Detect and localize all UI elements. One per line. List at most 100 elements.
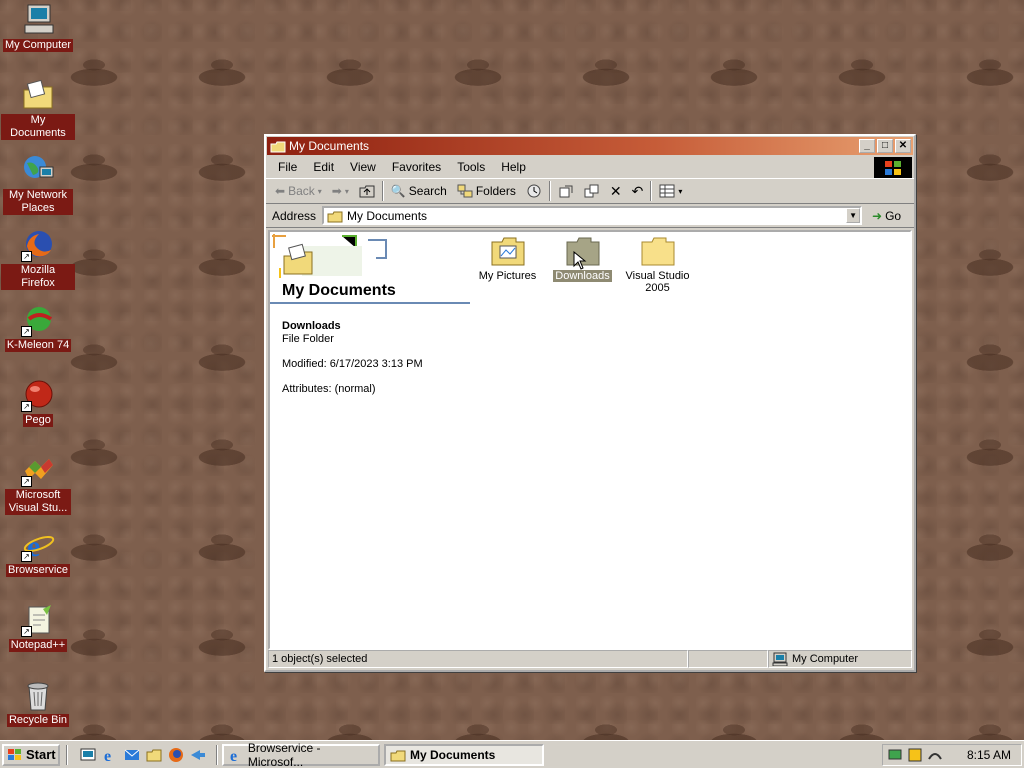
status-zone: My Computer xyxy=(768,650,912,668)
views-button[interactable]: ▾ xyxy=(656,184,685,198)
pane-banner-folder-icon xyxy=(272,234,387,278)
address-value: My Documents xyxy=(347,208,428,223)
desktop-icon-label: Mozilla Firefox xyxy=(1,264,75,290)
file-item-my-pictures[interactable]: My Pictures xyxy=(470,232,545,294)
status-zone-label: My Computer xyxy=(792,653,859,665)
address-field[interactable]: My Documents ▼ xyxy=(322,206,863,225)
desktop-icon-notepad-plus-plus[interactable]: ↗ Notepad++ xyxy=(1,603,75,652)
desktop-icon-label: Microsoft Visual Stu... xyxy=(5,489,71,515)
outlook-express-icon[interactable] xyxy=(124,747,140,763)
recycle-bin-icon xyxy=(21,678,55,712)
toolbar: ⬅ Back ▾ ➡ ▾ 🔍 Search Folders ✕ ↶ ▾ xyxy=(266,178,914,204)
mouse-cursor-icon xyxy=(573,251,587,270)
status-selection: 1 object(s) selected xyxy=(268,650,688,668)
history-button[interactable] xyxy=(523,183,545,199)
up-folder-button[interactable] xyxy=(356,184,378,198)
views-dropdown-icon: ▾ xyxy=(678,186,683,196)
selected-item-modified: Modified: 6/17/2023 3:13 PM xyxy=(282,358,423,370)
file-label: Downloads xyxy=(553,270,612,282)
k-meleon-icon: ↗ xyxy=(21,303,55,337)
history-icon xyxy=(527,184,541,198)
status-blank xyxy=(688,650,768,668)
menu-tools[interactable]: Tools xyxy=(449,160,493,174)
folder-icon xyxy=(641,237,674,266)
firefox-quicklaunch-icon[interactable] xyxy=(168,747,184,763)
windows-flag-icon xyxy=(8,748,21,760)
desktop-icon-visual-studio[interactable]: ↗ Microsoft Visual Stu... xyxy=(1,453,75,515)
desktop-icon-recycle-bin[interactable]: Recycle Bin xyxy=(1,678,75,727)
undo-button[interactable]: ↶ xyxy=(629,183,647,200)
menu-help[interactable]: Help xyxy=(493,160,534,174)
selected-item-attributes: Attributes: (normal) xyxy=(282,383,376,395)
desktop-icon-label: My Computer xyxy=(2,39,74,52)
desktop-icon-network-places[interactable]: My Network Places xyxy=(1,153,75,215)
firefox-icon: ↗ xyxy=(21,228,55,262)
delete-button[interactable]: ✕ xyxy=(607,183,625,200)
my-documents-icon xyxy=(21,78,55,112)
desktop-icon-firefox[interactable]: ↗ Mozilla Firefox xyxy=(1,228,75,290)
menu-edit[interactable]: Edit xyxy=(305,160,342,174)
copy-to-button[interactable] xyxy=(581,184,603,198)
clock[interactable]: 8:15 AM xyxy=(967,748,1011,762)
window-title: My Documents xyxy=(289,139,370,153)
status-bar: 1 object(s) selected My Computer xyxy=(268,650,912,668)
pego-icon: ↗ xyxy=(21,378,55,412)
desktop-icon-my-computer[interactable]: My Computer xyxy=(1,3,75,52)
menu-file[interactable]: File xyxy=(270,160,305,174)
forward-button[interactable]: ➡ ▾ xyxy=(329,184,352,198)
shortcut-arrow-icon: ↗ xyxy=(21,476,32,487)
desktop-icon-k-meleon[interactable]: ↗ K-Meleon 74 xyxy=(1,303,75,352)
desktop-icon-pego[interactable]: ↗ Pego xyxy=(1,378,75,427)
close-button[interactable]: ✕ xyxy=(895,139,911,153)
title-bar[interactable]: My Documents _ □ ✕ xyxy=(267,137,913,155)
folder-content: My Documents Downloads File Folder Modif… xyxy=(268,230,912,650)
address-dropdown-icon[interactable]: ▼ xyxy=(846,208,861,223)
back-arrow-icon: ⬅ xyxy=(275,184,286,198)
network-tray-icon[interactable] xyxy=(887,747,903,763)
back-dropdown-icon: ▾ xyxy=(317,186,322,196)
system-tray: 8:15 AM xyxy=(882,744,1022,766)
desktop-icon-browservice[interactable]: e ↗ Browservice xyxy=(1,528,75,577)
my-documents-small-icon xyxy=(270,141,286,153)
go-arrow-icon: ➜ xyxy=(872,208,883,223)
show-desktop-icon[interactable] xyxy=(80,747,96,763)
folders-button[interactable]: Folders xyxy=(454,184,519,198)
task-browservice[interactable]: e Browservice - Microsof... xyxy=(222,741,380,768)
modem-tray-icon[interactable] xyxy=(927,747,943,763)
pictures-folder-icon xyxy=(491,237,524,266)
desktop-icon-label: Browservice xyxy=(6,564,70,577)
start-label: Start xyxy=(26,747,56,762)
delete-icon: ✕ xyxy=(609,182,622,199)
maximize-button[interactable]: □ xyxy=(877,139,893,153)
windows-logo-icon xyxy=(874,157,912,178)
ie-quicklaunch-icon[interactable]: e xyxy=(102,747,118,763)
up-folder-icon xyxy=(359,185,375,198)
views-icon xyxy=(659,184,675,198)
my-documents-quicklaunch-icon[interactable] xyxy=(146,747,162,763)
menu-view[interactable]: View xyxy=(342,160,384,174)
file-label: Visual Studio 2005 xyxy=(625,270,690,294)
arrow-quicklaunch-icon[interactable] xyxy=(190,747,206,763)
go-button[interactable]: ➜ Go xyxy=(872,209,901,223)
back-button[interactable]: ⬅ Back ▾ xyxy=(272,184,325,198)
toolbar-separator xyxy=(381,181,384,201)
svg-text:e: e xyxy=(104,748,111,763)
menu-bar: File Edit View Favorites Tools Help xyxy=(266,156,914,178)
address-label: Address xyxy=(272,208,317,223)
network-places-icon xyxy=(21,153,55,187)
file-item-visual-studio-2005[interactable]: Visual Studio 2005 xyxy=(620,232,695,294)
menu-favorites[interactable]: Favorites xyxy=(384,160,449,174)
notepad-plus-plus-icon: ↗ xyxy=(21,603,55,637)
ie-task-icon: e xyxy=(230,748,237,763)
shortcut-arrow-icon: ↗ xyxy=(21,626,32,637)
start-button[interactable]: Start xyxy=(2,743,60,766)
task-my-documents[interactable]: My Documents xyxy=(384,743,544,766)
search-button[interactable]: 🔍 Search xyxy=(388,184,450,198)
desktop-icon-my-documents[interactable]: My Documents xyxy=(1,78,75,140)
minimize-button[interactable]: _ xyxy=(859,139,875,153)
my-computer-small-icon xyxy=(772,652,788,666)
security-tray-icon[interactable] xyxy=(907,747,923,763)
move-to-button[interactable] xyxy=(555,184,577,198)
copy-to-icon xyxy=(584,184,599,198)
selected-item-name: Downloads xyxy=(282,320,341,332)
